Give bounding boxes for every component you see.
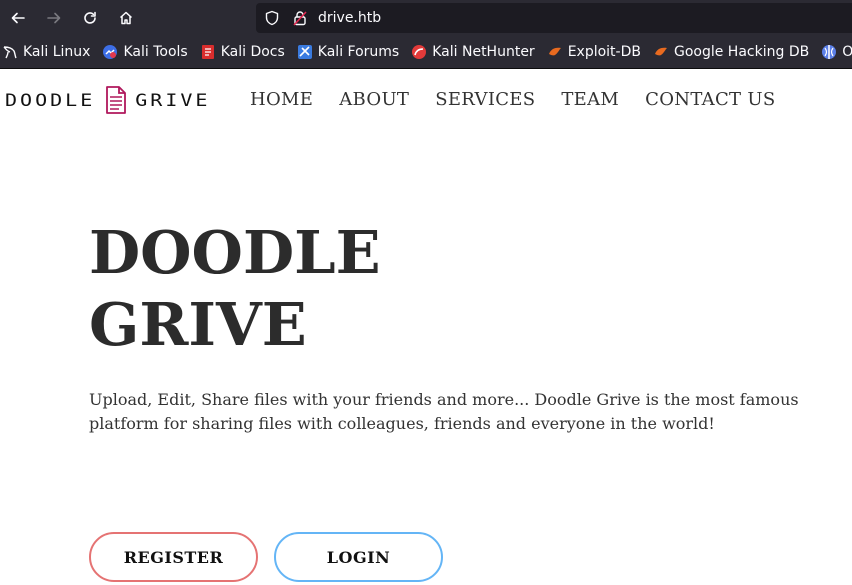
web-page: DOODLE GRIVE HOME ABOUT SERVICES TEAM CO… — [0, 69, 852, 585]
bookmark-offsec[interactable]: OffSec — [821, 44, 852, 60]
logo-text-left: DOODLE — [5, 89, 96, 111]
arrow-right-icon — [47, 12, 61, 24]
nav-about[interactable]: ABOUT — [339, 89, 409, 110]
ghdb-icon — [654, 47, 667, 56]
nav-team[interactable]: TEAM — [561, 89, 619, 110]
url-text[interactable]: drive.htb — [318, 10, 381, 26]
bookmark-kali-tools[interactable]: Kali Tools — [102, 44, 188, 60]
kali-tools-icon — [103, 45, 118, 59]
bookmarks-bar: Kali Linux Kali Tools Kali Docs Kali For… — [0, 36, 852, 69]
browser-toolbar: drive.htb — [0, 0, 852, 36]
logo-text-right: GRIVE — [135, 89, 211, 111]
hero-description: Upload, Edit, Share files with your frie… — [89, 390, 799, 433]
hero-title: DOODLE GRIVE — [89, 217, 489, 361]
arrow-left-icon — [11, 12, 25, 24]
bookmark-kali-docs[interactable]: Kali Docs — [200, 44, 285, 60]
nav-services[interactable]: SERVICES — [435, 89, 535, 110]
hero-title-line2: GRIVE — [89, 290, 307, 359]
site-logo[interactable]: DOODLE GRIVE — [5, 85, 210, 115]
reload-icon — [84, 11, 96, 24]
shield-icon[interactable] — [264, 10, 280, 26]
bookmark-kali-linux[interactable]: Kali Linux — [2, 44, 90, 60]
insecure-lock-icon[interactable] — [292, 10, 308, 26]
kali-docs-icon — [201, 45, 214, 59]
bookmark-exploit-db[interactable]: Exploit-DB — [547, 44, 641, 60]
reload-button[interactable] — [72, 0, 108, 36]
kali-forums-icon — [297, 45, 312, 59]
document-icon — [106, 86, 127, 114]
bookmark-google-hacking-db[interactable]: Google Hacking DB — [653, 44, 809, 60]
nav-contact-us[interactable]: CONTACT US — [645, 89, 775, 110]
kali-dragon-icon — [3, 46, 17, 59]
exploit-db-icon — [548, 47, 561, 56]
hero-title-line1: DOODLE — [89, 218, 381, 287]
nethunter-icon — [412, 45, 427, 59]
url-bar[interactable]: drive.htb — [256, 3, 852, 33]
login-button[interactable]: LOGIN — [274, 532, 443, 582]
nav-home[interactable]: HOME — [250, 89, 313, 110]
offsec-icon — [822, 45, 837, 59]
back-button[interactable] — [0, 0, 36, 36]
bookmark-kali-nethunter[interactable]: Kali NetHunter — [411, 44, 535, 60]
register-button[interactable]: REGISTER — [89, 532, 258, 582]
main-nav: HOME ABOUT SERVICES TEAM CONTACT US — [250, 89, 801, 110]
forward-button[interactable] — [36, 0, 72, 36]
home-button[interactable] — [108, 0, 144, 36]
bookmark-kali-forums[interactable]: Kali Forums — [297, 44, 399, 60]
home-icon — [119, 11, 133, 25]
